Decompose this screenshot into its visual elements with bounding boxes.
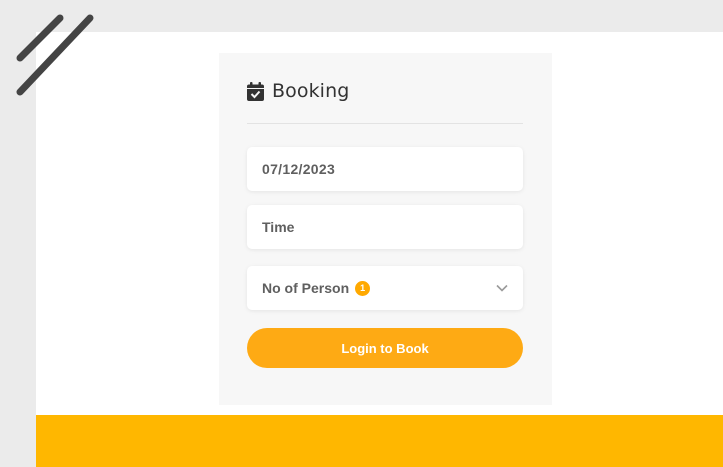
calendar-check-icon (247, 81, 264, 101)
date-value: 07/12/2023 (262, 161, 336, 177)
booking-title: Booking (272, 80, 350, 102)
double-slash-decoration (16, 14, 94, 96)
page: Booking 07/12/2023 Time No of Person 1 L… (0, 0, 723, 467)
footer-band (36, 415, 723, 467)
time-placeholder: Time (262, 219, 295, 235)
persons-label: No of Person (262, 280, 350, 296)
chevron-down-icon[interactable] (496, 284, 508, 292)
persons-select[interactable]: No of Person 1 (247, 266, 523, 310)
date-field[interactable]: 07/12/2023 (247, 147, 523, 191)
login-to-book-button[interactable]: Login to Book (247, 328, 523, 368)
time-field[interactable]: Time (247, 205, 523, 249)
persons-count-badge: 1 (355, 280, 371, 296)
header-divider (247, 123, 523, 124)
persons-select-label-group: No of Person 1 (262, 280, 371, 296)
booking-card: Booking 07/12/2023 Time No of Person 1 L… (219, 53, 552, 405)
booking-header: Booking (247, 80, 349, 102)
